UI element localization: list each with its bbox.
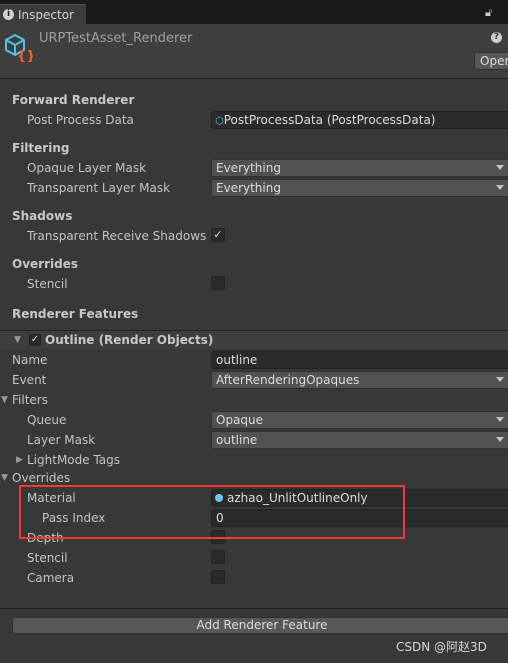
help-icon[interactable]: ? bbox=[491, 32, 502, 43]
dropdown-arrow-icon bbox=[496, 377, 504, 382]
asset-title: URPTestAsset_Renderer bbox=[39, 31, 193, 46]
section-filtering: Filtering bbox=[12, 141, 70, 155]
name-input[interactable]: outline bbox=[211, 351, 508, 369]
watermark: CSDN @阿赵3D bbox=[396, 640, 487, 654]
feature-stencil-checkbox[interactable] bbox=[211, 550, 225, 564]
stencil-label: Stencil bbox=[27, 277, 68, 291]
foldout-expanded-icon[interactable]: ▼ bbox=[14, 335, 21, 345]
transparent-layer-mask-dropdown[interactable]: Everything bbox=[211, 179, 508, 197]
more-menu-icon[interactable]: ⋮ bbox=[503, 6, 508, 20]
feature-title: Outline (Render Objects) bbox=[45, 333, 214, 347]
event-label: Event bbox=[12, 373, 47, 387]
stencil-checkbox[interactable] bbox=[211, 276, 225, 290]
opaque-layer-mask-dropdown[interactable]: Everything bbox=[211, 159, 508, 177]
lightmode-foldout-icon[interactable]: ▶ bbox=[16, 455, 23, 465]
divider bbox=[0, 608, 508, 609]
lightmode-tags-label[interactable]: LightMode Tags bbox=[27, 451, 120, 469]
receive-shadows-checkbox[interactable]: ✓ bbox=[211, 228, 225, 242]
add-renderer-feature-button[interactable]: Add Renderer Feature bbox=[12, 617, 508, 634]
open-button[interactable]: Open bbox=[474, 52, 508, 70]
dropdown-arrow-icon bbox=[496, 417, 504, 422]
svg-text:{}: {} bbox=[17, 49, 33, 62]
receive-shadows-label: Transparent Receive Shadows bbox=[27, 229, 207, 243]
post-process-label: Post Process Data bbox=[27, 113, 134, 127]
section-overrides: Overrides bbox=[12, 257, 78, 271]
camera-checkbox[interactable] bbox=[211, 570, 225, 584]
section-forward-renderer: Forward Renderer bbox=[12, 93, 135, 107]
queue-dropdown[interactable]: Opaque bbox=[211, 411, 508, 429]
transparent-layer-mask-label: Transparent Layer Mask bbox=[27, 181, 171, 195]
asset-icon: ⬡ bbox=[215, 116, 224, 127]
tab-inspector[interactable]: i Inspector bbox=[0, 4, 86, 24]
filters-label[interactable]: Filters bbox=[12, 391, 48, 409]
highlight-box bbox=[19, 485, 405, 539]
opaque-layer-mask-label: Opaque Layer Mask bbox=[27, 161, 147, 175]
feature-menu-icon[interactable]: ⋮ bbox=[503, 332, 508, 346]
renderer-asset-icon: {} bbox=[5, 33, 33, 62]
layer-mask-label: Layer Mask bbox=[27, 433, 96, 447]
feature-enabled-checkbox[interactable]: ✓ bbox=[29, 334, 41, 346]
name-label: Name bbox=[12, 353, 48, 367]
event-dropdown[interactable]: AfterRenderingOpaques bbox=[211, 371, 508, 389]
lock-icon[interactable]: 🔓︎ bbox=[485, 6, 492, 20]
info-icon: i bbox=[3, 9, 14, 20]
overrides-foldout-icon[interactable]: ▼ bbox=[1, 473, 8, 483]
section-renderer-features: Renderer Features bbox=[12, 307, 139, 321]
section-shadows: Shadows bbox=[12, 209, 73, 223]
filters-foldout-icon[interactable]: ▼ bbox=[1, 395, 8, 405]
queue-label: Queue bbox=[27, 413, 67, 427]
dropdown-arrow-icon bbox=[496, 185, 504, 190]
post-process-field[interactable]: ⬡PostProcessData (PostProcessData) bbox=[211, 111, 508, 129]
layer-mask-dropdown[interactable]: outline bbox=[211, 431, 508, 449]
feature-stencil-label: Stencil bbox=[27, 551, 68, 565]
dropdown-arrow-icon bbox=[496, 165, 504, 170]
dropdown-arrow-icon bbox=[496, 437, 504, 442]
camera-label: Camera bbox=[27, 571, 75, 585]
